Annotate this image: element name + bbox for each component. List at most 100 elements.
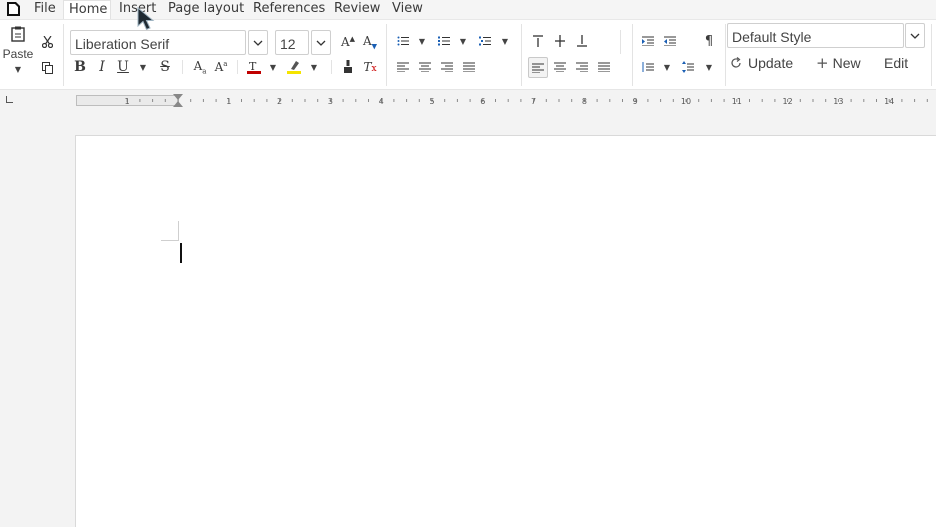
edit-style-button[interactable]: Edit	[884, 54, 908, 72]
grow-font-button[interactable]: A▲	[339, 33, 357, 51]
ruler-number: 1	[226, 97, 231, 106]
document-icon[interactable]	[7, 2, 20, 16]
menu-page-layout[interactable]: Page layout	[168, 0, 244, 19]
separator	[620, 30, 621, 54]
font-size-dropdown[interactable]	[311, 30, 331, 55]
first-line-indent-marker[interactable]	[173, 94, 183, 100]
font-name-combo[interactable]: Liberation Serif	[70, 30, 246, 55]
outline-list-button[interactable]	[477, 33, 493, 49]
new-style-button[interactable]: + New	[816, 54, 861, 72]
justify-button[interactable]	[461, 59, 477, 75]
bullet-list-button[interactable]	[395, 33, 411, 49]
ruler-number: 11	[732, 97, 742, 106]
strikethrough-button[interactable]: S	[157, 58, 173, 76]
menu-view[interactable]: View	[392, 0, 423, 19]
superscript-button[interactable]: Aa	[212, 58, 230, 76]
numbered-list-dropdown[interactable]: ▼	[458, 35, 468, 47]
document-page[interactable]	[75, 135, 936, 527]
align-right-button[interactable]	[439, 59, 455, 75]
para-align-left-button[interactable]	[528, 57, 548, 78]
justify-icon	[598, 62, 610, 72]
paragraph-spacing-dropdown[interactable]: ▼	[704, 61, 714, 73]
mouse-pointer-icon	[137, 7, 155, 31]
ruler-number: 5	[429, 97, 434, 106]
align-right-icon	[441, 62, 453, 72]
paragraph-style-dropdown[interactable]	[905, 23, 925, 48]
menu-references[interactable]: References	[253, 0, 325, 19]
left-indent-marker[interactable]	[173, 101, 183, 107]
paste-dropdown-arrow[interactable]: ▼	[15, 65, 21, 74]
paragraph-style-value: Default Style	[732, 29, 812, 45]
writer-window: File Home Insert Page layout References …	[0, 0, 936, 527]
align-middle-button[interactable]	[552, 33, 568, 49]
align-middle-icon	[555, 35, 565, 47]
font-name-dropdown[interactable]	[248, 30, 268, 55]
font-size-combo[interactable]: 12	[275, 30, 309, 55]
bullet-list-dropdown[interactable]: ▼	[417, 35, 427, 47]
para-justify-button[interactable]	[596, 59, 612, 75]
plus-icon: +	[816, 54, 829, 72]
align-left-button[interactable]	[395, 59, 411, 75]
menu-review[interactable]: Review	[334, 0, 380, 19]
separator	[237, 60, 238, 74]
align-center-button[interactable]	[417, 59, 433, 75]
subscript-button[interactable]: Aa	[191, 58, 209, 76]
separator	[331, 60, 332, 74]
separator	[386, 24, 387, 86]
font-color-dropdown[interactable]: ▼	[268, 60, 278, 74]
para-align-center-button[interactable]	[552, 59, 568, 75]
decrease-indent-icon	[664, 36, 676, 46]
new-label: New	[832, 55, 861, 71]
cut-button[interactable]	[38, 33, 56, 51]
outline-list-dropdown[interactable]: ▼	[500, 35, 510, 47]
pilcrow-icon: ¶	[704, 33, 714, 49]
highlight-dropdown[interactable]: ▼	[309, 60, 319, 74]
underline-button[interactable]: U	[115, 58, 131, 76]
paintbrush-icon	[344, 60, 352, 73]
chevron-down-icon	[316, 40, 326, 46]
para-align-right-button[interactable]	[574, 59, 590, 75]
increase-indent-button[interactable]	[640, 33, 656, 49]
bullet-list-icon	[397, 36, 409, 46]
bold-button[interactable]: B	[72, 58, 88, 76]
copy-button[interactable]	[38, 59, 56, 77]
separator	[63, 24, 64, 86]
shrink-font-button[interactable]: A▼	[361, 33, 379, 51]
menu-file[interactable]: File	[34, 0, 56, 19]
highlight-swatch	[287, 71, 301, 74]
paragraph-style-combo[interactable]: Default Style	[727, 23, 904, 48]
clear-formatting-icon: Tx	[363, 60, 377, 74]
highlight-button[interactable]	[284, 57, 304, 77]
font-color-icon: T	[247, 60, 261, 74]
increase-indent-icon	[642, 36, 654, 46]
decrease-indent-button[interactable]	[662, 33, 678, 49]
menu-home[interactable]: Home	[63, 0, 111, 19]
paragraph-spacing-button[interactable]	[680, 59, 696, 75]
numbered-list-button[interactable]	[436, 33, 452, 49]
formatting-marks-button[interactable]: ¶	[701, 32, 717, 50]
line-spacing-dropdown[interactable]: ▼	[662, 61, 672, 73]
align-bottom-button[interactable]	[574, 33, 590, 49]
clone-formatting-button[interactable]	[339, 58, 357, 76]
paste-button[interactable]: Paste ▼	[2, 26, 34, 86]
subscript-icon: Aa	[193, 58, 207, 76]
strikethrough-icon: S	[160, 59, 170, 75]
separator	[521, 24, 522, 86]
numbered-list-icon	[438, 36, 450, 46]
underline-dropdown[interactable]: ▼	[138, 60, 148, 74]
line-spacing-button[interactable]	[640, 59, 656, 75]
ruler-number: 1	[125, 97, 130, 106]
ruler-number: 6	[480, 97, 485, 106]
font-color-button[interactable]: T	[244, 57, 264, 77]
clear-formatting-button[interactable]: Tx	[361, 58, 379, 76]
separator	[632, 24, 633, 86]
italic-button[interactable]: I	[94, 58, 110, 76]
update-style-button[interactable]: Update	[730, 54, 793, 72]
ruler-number: 2	[277, 97, 282, 106]
horizontal-ruler[interactable]: 1 1 2 3 4 5 6 7 8 9 10 11 12 13 14	[0, 90, 936, 112]
align-top-button[interactable]	[530, 33, 546, 49]
paste-label: Paste	[2, 47, 34, 61]
clipboard-icon	[11, 26, 25, 42]
copy-icon	[41, 62, 53, 74]
align-left-icon	[532, 63, 544, 73]
